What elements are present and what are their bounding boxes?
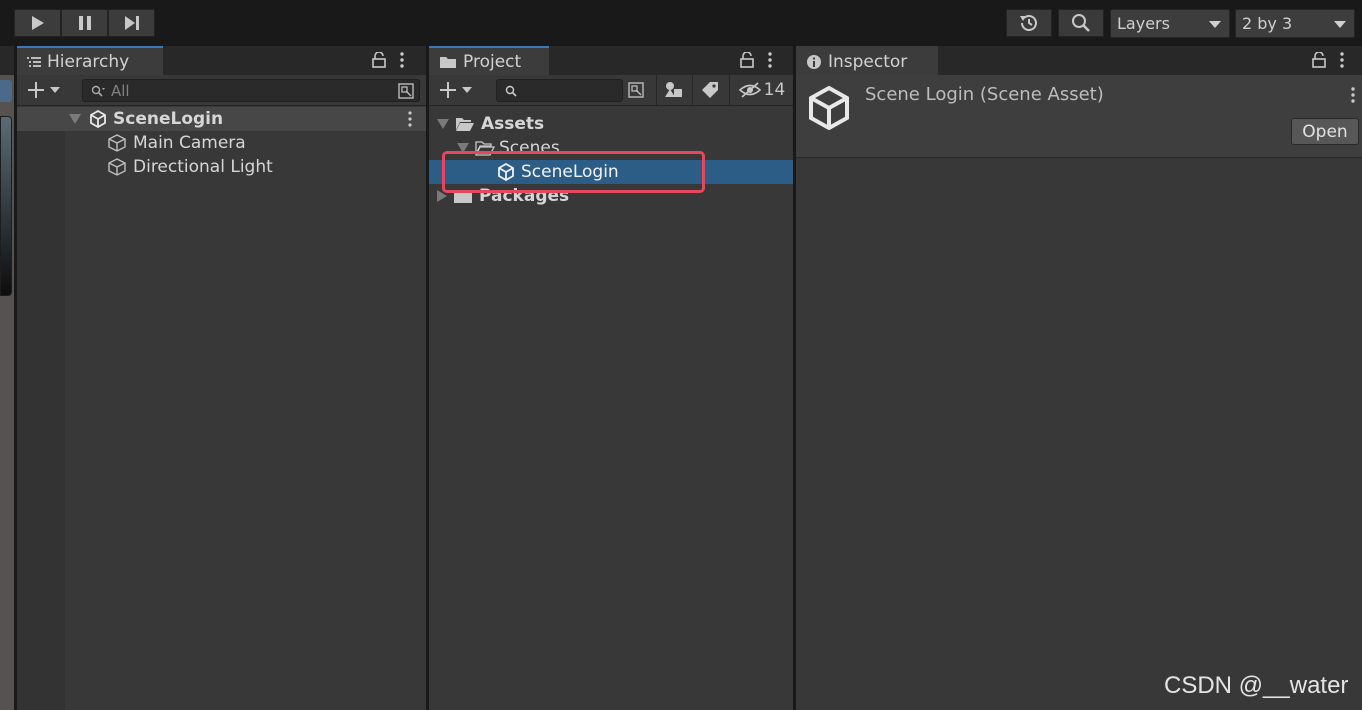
search-icon (505, 85, 517, 97)
hierarchy-panel: Hierarchy All SceneLogin Main Camera Dir… (17, 46, 426, 710)
hierarchy-subbar: All (17, 75, 426, 106)
folder-open-icon (455, 116, 475, 132)
tab-label: Project (463, 51, 522, 72)
hierarchy-item-directional-light[interactable]: Directional Light (107, 155, 273, 179)
tag-icon (701, 81, 719, 99)
shapes-filter-icon (664, 81, 684, 99)
lock-icon[interactable] (372, 52, 386, 68)
step-button[interactable] (108, 9, 155, 37)
inspector-tabbar: Inspector (796, 46, 1362, 75)
plus-icon (27, 81, 45, 99)
highlight-box (442, 151, 705, 193)
chevron-down-icon (461, 86, 473, 94)
project-search-input[interactable] (496, 79, 623, 102)
unity-scene-icon (89, 110, 107, 128)
create-button[interactable] (27, 81, 61, 99)
kebab-menu-icon[interactable] (768, 52, 772, 68)
tree-label: Assets (481, 114, 545, 134)
tab-label: Hierarchy (47, 51, 130, 72)
folder-icon (439, 55, 457, 69)
inspector-title: Scene Login (Scene Asset) (865, 84, 1104, 105)
eye-slash-icon (738, 81, 762, 99)
scene-row[interactable]: SceneLogin (17, 107, 426, 131)
search-icon (1070, 12, 1092, 34)
expand-arrow-icon[interactable] (437, 119, 449, 129)
chevron-down-icon (49, 86, 61, 94)
chevron-down-icon (1209, 21, 1221, 28)
info-icon (806, 54, 822, 70)
playmode-controls (14, 9, 155, 37)
hierarchy-search-input[interactable]: All (82, 79, 420, 102)
project-tree: Assets Scenes SceneLogin Packages (429, 107, 793, 710)
pause-button[interactable] (61, 9, 108, 37)
project-subbar: 14 (429, 75, 793, 106)
inspector-tab-controls (1312, 52, 1344, 68)
history-button[interactable] (1006, 9, 1052, 37)
hidden-count: 14 (763, 80, 786, 100)
project-tab-controls (740, 52, 772, 68)
hidden-packages-toggle[interactable]: 14 (729, 75, 793, 105)
gameobject-cube-icon (107, 133, 127, 153)
tab-label: Inspector (828, 51, 908, 72)
hierarchy-tab-controls (372, 52, 404, 68)
list-item-label: Main Camera (133, 133, 246, 153)
expand-search-icon[interactable] (627, 81, 645, 99)
lock-icon[interactable] (1312, 52, 1326, 68)
search-button[interactable] (1058, 9, 1104, 37)
hierarchy-item-main-camera[interactable]: Main Camera (107, 131, 246, 155)
unity-scene-asset-icon (808, 86, 850, 130)
inspector-panel: Inspector Scene Login (Scene Asset) Open… (796, 46, 1362, 710)
open-button-label: Open (1302, 121, 1348, 142)
tab-inspector[interactable]: Inspector (796, 46, 938, 75)
tab-hierarchy[interactable]: Hierarchy (17, 46, 163, 75)
plus-icon (439, 81, 457, 99)
layout-label: 2 by 3 (1242, 14, 1293, 33)
search-placeholder: All (111, 81, 130, 100)
pause-icon (78, 15, 92, 31)
search-by-label-button[interactable] (692, 75, 726, 105)
project-panel: Project 14 Assets Scenes SceneLogin Pack… (429, 46, 793, 710)
play-button[interactable] (14, 9, 61, 37)
chevron-down-icon (1334, 21, 1346, 28)
list-item-label: Directional Light (133, 157, 273, 177)
history-icon (1018, 12, 1040, 34)
layers-dropdown[interactable]: Layers (1110, 9, 1230, 38)
layers-label: Layers (1117, 14, 1170, 33)
search-icon (91, 85, 105, 97)
project-tabbar: Project (429, 46, 793, 75)
open-button[interactable]: Open (1291, 118, 1359, 145)
hierarchy-list: SceneLogin Main Camera Directional Light (17, 107, 426, 710)
scene-view-edge[interactable] (0, 46, 14, 710)
tree-item-assets[interactable]: Assets (437, 112, 544, 136)
layout-dropdown[interactable]: 2 by 3 (1235, 9, 1355, 38)
gameobject-cube-icon (107, 157, 127, 177)
expand-arrow-icon[interactable] (69, 114, 81, 124)
kebab-menu-icon[interactable] (400, 52, 404, 68)
kebab-menu-icon[interactable] (408, 111, 412, 127)
kebab-menu-icon[interactable] (1351, 87, 1355, 103)
play-icon (31, 15, 45, 31)
inspector-header: Scene Login (Scene Asset) Open (796, 75, 1362, 158)
create-button[interactable] (439, 81, 473, 99)
step-icon (124, 15, 140, 31)
scene-name: SceneLogin (113, 109, 224, 129)
tab-project[interactable]: Project (429, 46, 549, 75)
kebab-menu-icon[interactable] (1340, 52, 1344, 68)
expand-search-icon[interactable] (397, 82, 415, 100)
hierarchy-tabbar: Hierarchy (17, 46, 426, 75)
main-toolbar: Layers 2 by 3 (0, 0, 1362, 46)
lock-icon[interactable] (740, 52, 754, 68)
search-by-type-button[interactable] (656, 75, 690, 105)
list-icon (27, 56, 41, 68)
watermark: CSDN @__water (1164, 672, 1349, 699)
